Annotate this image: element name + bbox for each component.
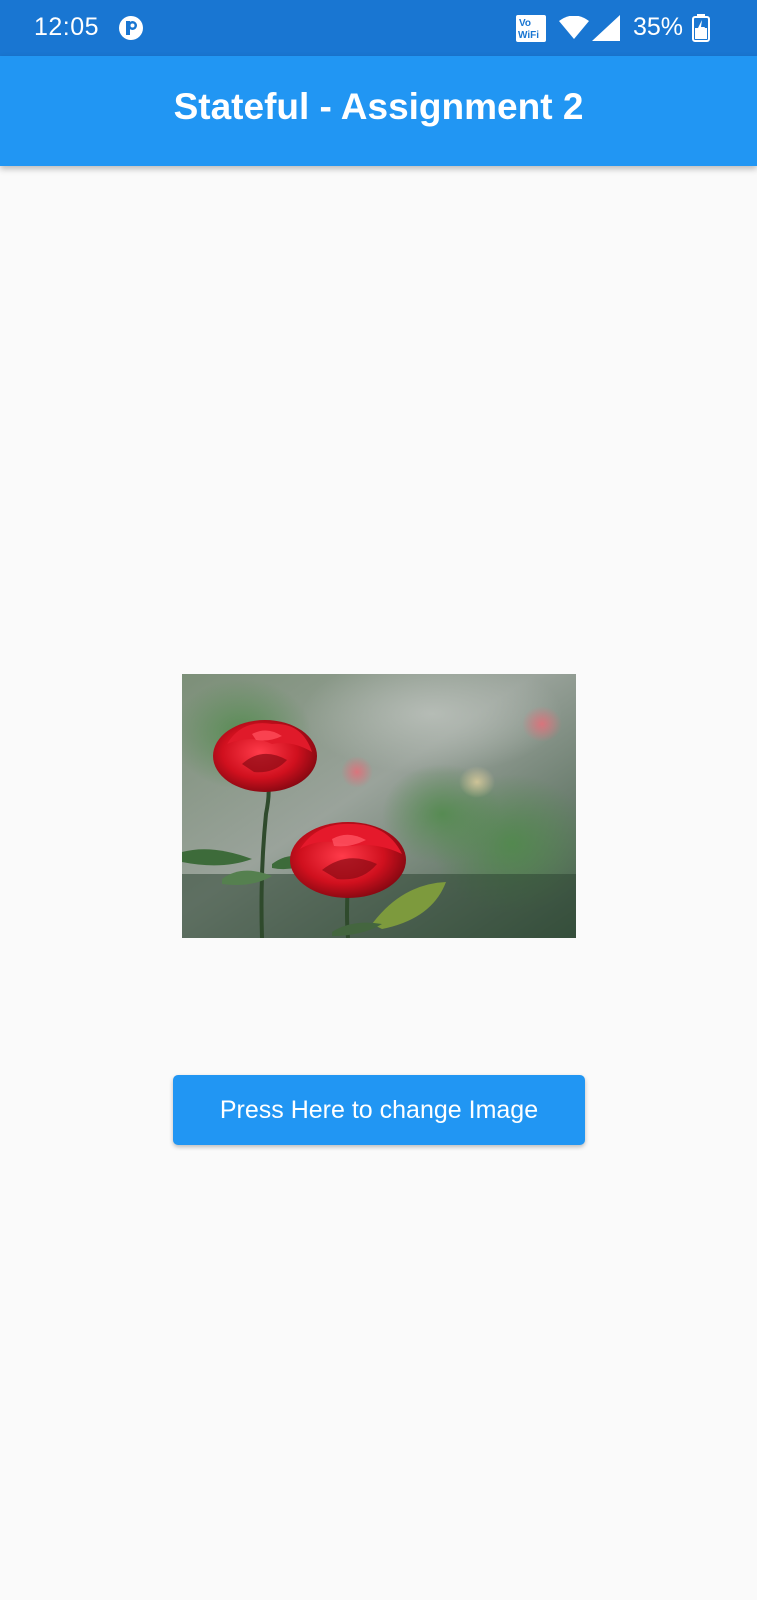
- change-image-button[interactable]: Press Here to change Image: [173, 1075, 585, 1145]
- p-circle-icon: [119, 16, 143, 40]
- signal-icon: [592, 15, 620, 41]
- rose-photo: [182, 674, 576, 938]
- page-title: Stateful - Assignment 2: [173, 86, 584, 127]
- app-bar: Stateful - Assignment 2: [0, 56, 757, 166]
- status-bar: 12:05 Vo WiFi 35%: [0, 0, 757, 56]
- svg-text:WiFi: WiFi: [518, 30, 539, 41]
- rose-image: [182, 674, 576, 938]
- battery-percent: 35%: [633, 13, 684, 41]
- vowifi-icon: Vo WiFi: [516, 15, 546, 42]
- status-time: 12:05: [34, 13, 100, 41]
- battery-charging-icon: [692, 14, 710, 42]
- svg-text:Vo: Vo: [519, 18, 531, 29]
- wifi-icon: [559, 16, 589, 39]
